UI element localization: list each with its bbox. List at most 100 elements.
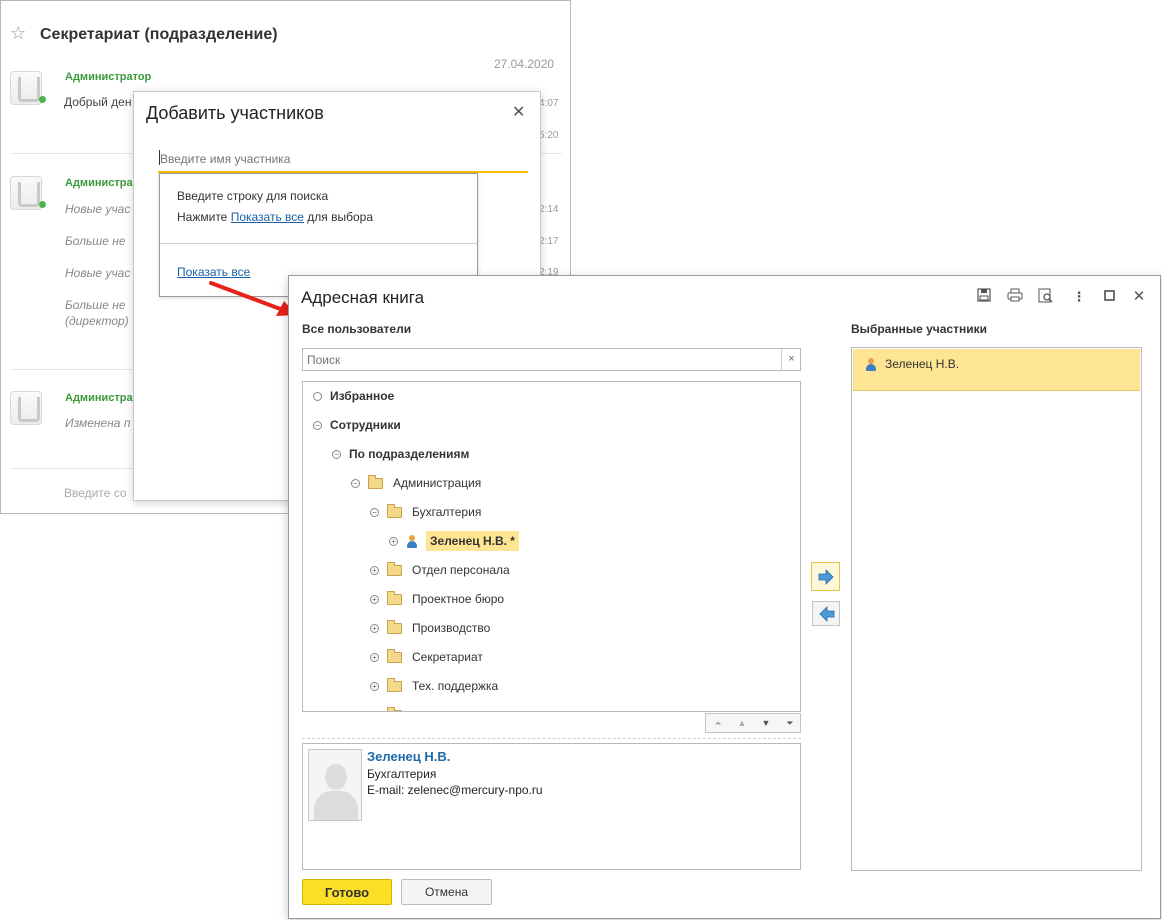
tree-item-folder[interactable]: + Тех. поддержка xyxy=(370,676,498,696)
annotation-arrow-icon xyxy=(209,281,297,316)
tree-item-label: Тех. поддержка xyxy=(412,679,499,693)
collapse-toggle-icon[interactable] xyxy=(313,392,322,402)
remove-from-selected-button[interactable] xyxy=(812,601,840,626)
expand-toggle-icon[interactable]: + xyxy=(370,624,379,634)
card-user-name: Зеленец Н.В. xyxy=(367,749,451,764)
collapse-toggle-icon[interactable]: − xyxy=(332,450,341,460)
cancel-button[interactable]: Отмена xyxy=(401,879,492,905)
collapse-toggle-icon[interactable]: − xyxy=(313,421,322,431)
folder-icon xyxy=(387,707,402,711)
message-time: 4:07 xyxy=(539,98,559,109)
user-icon xyxy=(865,358,877,372)
hint-suffix: для выбора xyxy=(303,210,374,224)
address-book-window: Адресная книга ⋮ ✕ Все пользователи × Из… xyxy=(288,275,1161,919)
show-all-inline-link[interactable]: Показать все xyxy=(231,210,304,224)
scroll-bottom-icon[interactable]: ⏷ xyxy=(778,714,802,732)
done-button[interactable]: Готово xyxy=(302,879,392,905)
expand-toggle-icon[interactable]: + xyxy=(370,566,379,576)
clear-search-icon[interactable]: × xyxy=(781,349,801,370)
close-icon[interactable]: ✕ xyxy=(1130,288,1148,306)
expand-toggle-icon[interactable]: + xyxy=(370,595,379,605)
close-icon[interactable]: ✕ xyxy=(512,102,525,122)
online-status-icon xyxy=(39,201,46,208)
search-input[interactable] xyxy=(305,351,775,368)
list-item-label: Зеленец Н.В. xyxy=(885,357,960,371)
scroll-top-icon[interactable]: ⏶ xyxy=(706,714,730,732)
tree-item-label: Производство xyxy=(412,621,491,635)
message-time: 2:14 xyxy=(539,204,559,215)
more-icon[interactable]: ⋮ xyxy=(1070,288,1088,306)
system-message: Изменена п xyxy=(65,416,131,430)
chat-date: 27.04.2020 xyxy=(494,57,555,71)
search-field: × xyxy=(302,348,801,371)
tree-item-folder-partial[interactable]: + xyxy=(370,705,412,712)
system-message: Новые учас xyxy=(65,202,131,216)
folder-icon xyxy=(387,562,402,577)
arrow-left-icon xyxy=(819,606,835,622)
tree-item-label: Сотрудники xyxy=(330,418,401,432)
tree-item-folder[interactable]: + Секретариат xyxy=(370,647,483,667)
maximize-icon[interactable] xyxy=(1100,288,1118,306)
tree-item-label: Секретариат xyxy=(412,650,483,664)
tree-item-folder[interactable]: − Бухгалтерия xyxy=(370,502,481,522)
add-to-selected-button[interactable] xyxy=(811,562,840,591)
user-icon xyxy=(406,535,418,549)
collapse-toggle-icon[interactable]: − xyxy=(351,479,360,489)
chat-message-input[interactable]: Введите со xyxy=(64,486,127,500)
tree-item-label: Администрация xyxy=(393,476,482,490)
suggestion-hint: Введите строку для поиска xyxy=(177,189,329,203)
print-icon[interactable] xyxy=(1006,288,1024,306)
tree-item-label: Зеленец Н.В. * xyxy=(426,531,519,551)
tree-item-folder[interactable]: − Администрация xyxy=(351,473,481,493)
folder-icon xyxy=(368,475,383,490)
scroll-buttons: ⏶ ▲ ▼ ⏷ xyxy=(705,713,801,733)
message-time: 2:17 xyxy=(539,236,559,247)
message-author: Администратор xyxy=(65,71,152,83)
message-time: 5:20 xyxy=(539,130,559,141)
window-title: Адресная книга xyxy=(301,288,425,307)
divider xyxy=(302,738,801,739)
avatar-icon xyxy=(10,391,42,425)
expand-toggle-icon[interactable]: + xyxy=(370,682,379,692)
folder-icon xyxy=(387,620,402,635)
tree-item-label: Проектное бюро xyxy=(412,592,505,606)
card-department: Бухгалтерия xyxy=(367,767,437,781)
tree-item-user-selected[interactable]: + Зеленец Н.В. * xyxy=(389,531,519,551)
scroll-down-icon[interactable]: ▼ xyxy=(754,714,778,732)
tree-item-employees[interactable]: − Сотрудники xyxy=(313,415,401,435)
avatar-icon xyxy=(10,71,42,105)
save-icon[interactable] xyxy=(975,288,993,306)
system-message: Больше не xyxy=(65,234,126,248)
dialog-title: Добавить участников xyxy=(146,103,324,123)
chat-title: Секретариат (подразделение) xyxy=(40,26,278,43)
expand-toggle-icon[interactable]: + xyxy=(370,711,379,712)
preview-icon[interactable] xyxy=(1037,288,1055,306)
expand-toggle-icon[interactable]: + xyxy=(389,537,398,547)
tree-item-folder[interactable]: + Производство xyxy=(370,618,490,638)
scroll-up-icon[interactable]: ▲ xyxy=(730,714,754,732)
selected-participants-list: Зеленец Н.В. xyxy=(851,347,1142,871)
list-item[interactable]: Зеленец Н.В. xyxy=(853,349,1140,391)
user-card: Зеленец Н.В. Бухгалтерия E-mail: zelenec… xyxy=(302,743,801,870)
message-author: Администрат xyxy=(65,177,138,189)
system-message: Новые учас xyxy=(65,266,131,280)
card-email: E-mail: zelenec@mercury-npo.ru xyxy=(367,783,543,797)
message-text: Добрый ден xyxy=(64,95,132,109)
tree-item-favorites[interactable]: Избранное xyxy=(313,386,394,406)
tree-item-by-department[interactable]: − По подразделениям xyxy=(332,444,469,464)
selected-participants-title: Выбранные участники xyxy=(851,322,987,336)
tree-item-folder[interactable]: + Проектное бюро xyxy=(370,589,504,609)
avatar-icon xyxy=(10,176,42,210)
show-all-link[interactable]: Показать все xyxy=(177,265,250,279)
collapse-toggle-icon[interactable]: − xyxy=(370,508,379,518)
favorite-star-icon[interactable]: ☆ xyxy=(10,23,26,44)
system-message: Больше не xyxy=(65,298,126,312)
tree-item-label: Избранное xyxy=(330,389,395,403)
text-caret xyxy=(159,150,160,165)
expand-toggle-icon[interactable]: + xyxy=(370,653,379,663)
user-photo-placeholder-icon xyxy=(308,749,362,821)
tree-item-folder[interactable]: + Отдел персонала xyxy=(370,560,510,580)
tree-item-label: Бухгалтерия xyxy=(412,505,482,519)
arrow-right-icon xyxy=(818,569,834,585)
participant-name-input[interactable] xyxy=(158,147,528,173)
